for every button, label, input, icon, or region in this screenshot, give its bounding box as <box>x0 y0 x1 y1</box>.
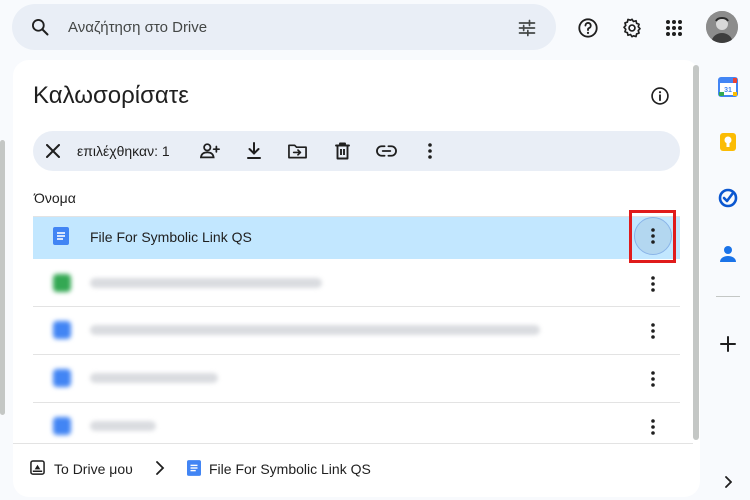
file-row-more-actions-icon[interactable] <box>643 321 663 341</box>
file-name[interactable]: File For Symbolic Link QS <box>90 229 252 245</box>
help-icon[interactable] <box>575 15 601 41</box>
highlight-box <box>629 210 676 263</box>
google-docs-icon <box>53 227 69 245</box>
google-docs-icon <box>187 460 201 476</box>
blurred-file-name <box>90 421 156 431</box>
blurred-file-name <box>90 373 218 383</box>
trash-icon[interactable] <box>331 140 353 162</box>
document-icon <box>53 321 71 339</box>
file-row-more-actions-icon[interactable] <box>643 417 663 437</box>
breadcrumb-current-file[interactable]: File For Symbolic Link QS <box>209 461 371 477</box>
blurred-file-name <box>90 278 322 288</box>
info-icon[interactable] <box>647 83 673 109</box>
document-icon <box>53 417 71 435</box>
document-icon <box>53 369 71 387</box>
account-avatar[interactable] <box>706 11 738 43</box>
page-title: Καλωσορίσατε <box>33 82 189 109</box>
more-actions-icon[interactable] <box>419 140 441 162</box>
blurred-file-name <box>90 325 540 335</box>
tasks-icon[interactable] <box>718 188 738 208</box>
share-add-person-icon[interactable] <box>198 140 222 162</box>
file-row-more-actions-icon[interactable] <box>643 369 663 389</box>
apps-grid-icon[interactable] <box>662 16 686 40</box>
selection-count: επιλέχθηκαν: 1 <box>77 143 170 159</box>
move-to-folder-icon[interactable] <box>286 140 308 162</box>
contacts-icon[interactable] <box>719 244 737 264</box>
copy-link-icon[interactable] <box>374 140 398 162</box>
footer-divider <box>13 443 693 444</box>
keep-icon[interactable] <box>718 132 738 152</box>
search-input[interactable] <box>68 12 508 42</box>
chevron-right-icon <box>155 461 165 475</box>
my-drive-icon <box>30 460 45 475</box>
calendar-icon[interactable]: 31 <box>718 77 738 97</box>
spreadsheet-icon <box>53 274 71 292</box>
column-header-name[interactable]: Όνομα <box>34 190 76 206</box>
search-options-icon[interactable] <box>514 15 540 41</box>
breadcrumb-my-drive[interactable]: Το Drive μου <box>54 461 133 477</box>
search-icon[interactable] <box>28 15 52 39</box>
expand-side-panel-chevron-icon[interactable] <box>720 474 736 490</box>
settings-gear-icon[interactable] <box>619 15 645 41</box>
side-panel-divider <box>716 296 740 297</box>
left-scrollbar[interactable] <box>0 140 5 415</box>
svg-text:31: 31 <box>724 87 732 94</box>
add-addon-plus-icon[interactable] <box>716 332 740 356</box>
content-scrollbar[interactable] <box>693 65 699 440</box>
file-row-more-actions-icon[interactable] <box>643 274 663 294</box>
clear-selection-close-icon[interactable] <box>42 140 64 162</box>
download-icon[interactable] <box>243 140 265 162</box>
